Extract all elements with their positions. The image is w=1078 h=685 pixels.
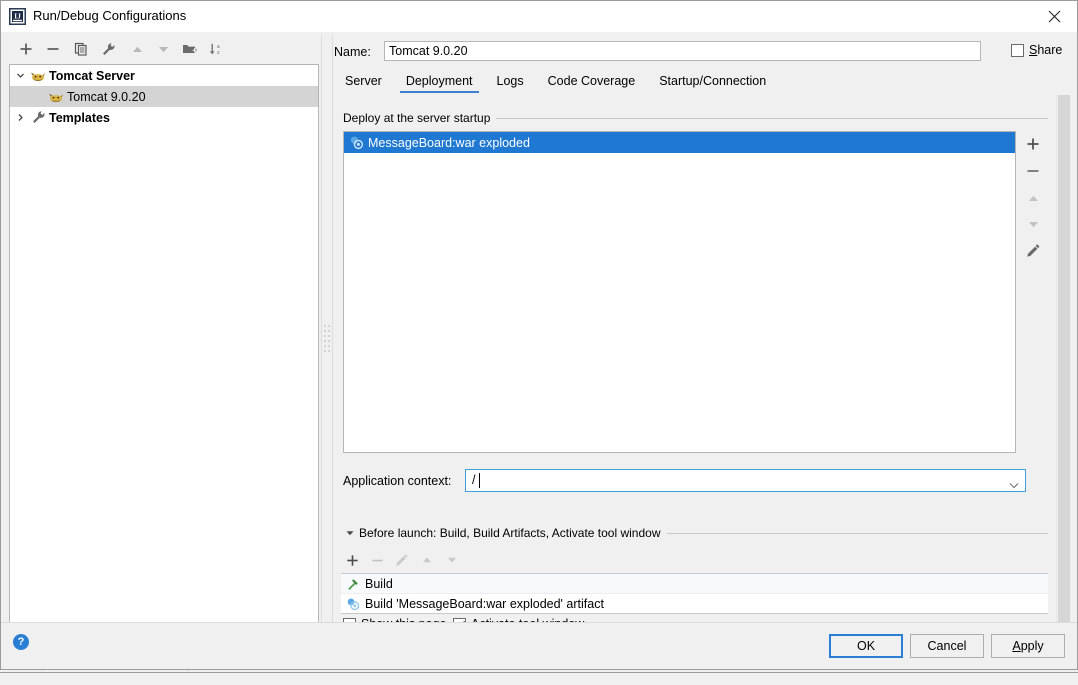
group-separator bbox=[666, 532, 1048, 534]
before-launch-toolbar bbox=[341, 549, 541, 571]
help-icon[interactable]: ? bbox=[13, 634, 29, 650]
apply-label-rest: pply bbox=[1020, 639, 1044, 653]
remove-task-button[interactable] bbox=[366, 549, 388, 571]
dialog-footer: ? OK Cancel Apply bbox=[1, 622, 1077, 669]
add-task-button[interactable] bbox=[341, 549, 363, 571]
tree-node-templates[interactable]: Templates bbox=[10, 107, 318, 128]
configurations-toolbar: a z bbox=[9, 35, 319, 63]
application-context-label: Application context: bbox=[343, 474, 452, 488]
remove-configuration-button[interactable] bbox=[42, 38, 64, 60]
tree-node-label: Tomcat Server bbox=[49, 68, 135, 83]
share-label: Share bbox=[1029, 43, 1062, 57]
artifact-icon bbox=[345, 596, 361, 612]
build-hammer-icon bbox=[345, 576, 361, 592]
dialog-title: Run/Debug Configurations bbox=[33, 8, 187, 23]
task-label: Build bbox=[365, 576, 393, 591]
triangle-down-icon[interactable] bbox=[343, 526, 357, 540]
artifact-icon bbox=[348, 134, 365, 151]
copy-configuration-button[interactable] bbox=[70, 38, 92, 60]
move-task-up-button[interactable] bbox=[416, 549, 438, 571]
group-separator bbox=[496, 117, 1048, 119]
deploy-group-header: Deploy at the server startup bbox=[343, 111, 1048, 125]
content-scrollbar-thumb[interactable] bbox=[1058, 95, 1070, 641]
background-divider bbox=[0, 672, 1078, 673]
tree-node-label: Tomcat 9.0.20 bbox=[67, 89, 146, 104]
configurations-pane: a z Tomcat Server Tomcat 9.0.20 Template… bbox=[9, 35, 319, 641]
configuration-editor-pane: Name: Share Server Deployment Logs Code … bbox=[333, 35, 1071, 641]
application-context-value: / bbox=[472, 473, 476, 487]
name-row: Name: Share bbox=[333, 41, 1071, 63]
deployment-side-toolbar bbox=[1019, 131, 1047, 361]
splitter-handle[interactable] bbox=[324, 325, 330, 355]
deployment-tab-content: Deploy at the server startup MessageBoar… bbox=[333, 95, 1071, 641]
add-configuration-button[interactable] bbox=[15, 38, 37, 60]
task-label: Build 'MessageBoard:war exploded' artifa… bbox=[365, 596, 604, 611]
apply-button[interactable]: Apply bbox=[991, 634, 1065, 658]
tree-node-tomcat-9-0-20[interactable]: Tomcat 9.0.20 bbox=[10, 86, 318, 107]
content-scrollbar[interactable] bbox=[1056, 95, 1071, 641]
tree-node-label: Templates bbox=[49, 110, 110, 125]
apply-mnemonic: A bbox=[1012, 639, 1021, 653]
svg-text:IJ: IJ bbox=[14, 12, 21, 21]
share-label-rest: hare bbox=[1037, 43, 1063, 57]
move-down-button[interactable] bbox=[152, 38, 174, 60]
cancel-button[interactable]: Cancel bbox=[910, 634, 984, 658]
close-icon[interactable] bbox=[1032, 1, 1077, 31]
list-item[interactable]: Build 'MessageBoard:war exploded' artifa… bbox=[341, 593, 1048, 613]
tab-logs[interactable]: Logs bbox=[485, 69, 536, 93]
before-launch-header[interactable]: Before launch: Build, Build Artifacts, A… bbox=[343, 525, 1048, 541]
move-artifact-up-button[interactable] bbox=[1019, 185, 1047, 211]
deploy-group-title: Deploy at the server startup bbox=[343, 111, 497, 125]
edit-templates-button[interactable] bbox=[97, 38, 119, 60]
folder-add-icon[interactable] bbox=[178, 38, 200, 60]
list-item[interactable]: MessageBoard:war exploded bbox=[344, 132, 1015, 153]
application-context-combobox[interactable]: / bbox=[465, 469, 1026, 492]
chevron-down-icon[interactable] bbox=[12, 65, 29, 86]
move-task-down-button[interactable] bbox=[441, 549, 463, 571]
wrench-icon bbox=[29, 109, 47, 127]
name-label: Name: bbox=[334, 45, 371, 59]
chevron-down-icon[interactable] bbox=[1009, 478, 1019, 492]
text-caret bbox=[479, 473, 480, 488]
edit-artifact-button[interactable] bbox=[1019, 237, 1047, 263]
chevron-right-icon[interactable] bbox=[12, 107, 29, 128]
move-up-button[interactable] bbox=[126, 38, 148, 60]
tab-code-coverage[interactable]: Code Coverage bbox=[536, 69, 648, 93]
dialog-titlebar: IJ Run/Debug Configurations bbox=[1, 1, 1077, 32]
configurations-tree[interactable]: Tomcat Server Tomcat 9.0.20 Templates bbox=[9, 64, 319, 641]
tab-server[interactable]: Server bbox=[333, 69, 394, 93]
move-artifact-down-button[interactable] bbox=[1019, 211, 1047, 237]
remove-artifact-button[interactable] bbox=[1019, 158, 1047, 184]
share-checkbox-box[interactable] bbox=[1011, 43, 1024, 57]
add-artifact-button[interactable] bbox=[1019, 131, 1047, 157]
ok-button[interactable]: OK bbox=[829, 634, 903, 658]
pane-splitter[interactable] bbox=[321, 35, 333, 641]
configuration-tabs[interactable]: Server Deployment Logs Code Coverage Sta… bbox=[333, 69, 1071, 94]
intellij-idea-icon: IJ bbox=[9, 8, 26, 25]
before-launch-task-list[interactable]: Build Build 'MessageBoard:war exploded' … bbox=[341, 573, 1048, 614]
sort-alpha-icon[interactable]: a z bbox=[205, 38, 227, 60]
tab-startup-connection[interactable]: Startup/Connection bbox=[647, 69, 778, 93]
run-debug-configurations-dialog: IJ Run/Debug Configurations a z Tomcat S… bbox=[0, 0, 1078, 670]
deployment-artifacts-list[interactable]: MessageBoard:war exploded bbox=[343, 131, 1016, 453]
artifact-label: MessageBoard:war exploded bbox=[368, 135, 530, 150]
tab-deployment[interactable]: Deployment bbox=[394, 69, 485, 93]
share-checkbox[interactable]: Share bbox=[1011, 43, 1062, 57]
tree-node-tomcat-server[interactable]: Tomcat Server bbox=[10, 65, 318, 86]
edit-task-button[interactable] bbox=[391, 549, 413, 571]
name-input[interactable] bbox=[384, 41, 981, 61]
list-item[interactable]: Build bbox=[341, 574, 1048, 593]
svg-text:z: z bbox=[217, 50, 220, 56]
tomcat-icon bbox=[29, 67, 47, 85]
before-launch-title: Before launch: Build, Build Artifacts, A… bbox=[357, 526, 667, 540]
application-context-row: Application context: / bbox=[343, 469, 1048, 493]
tomcat-icon bbox=[47, 88, 65, 106]
